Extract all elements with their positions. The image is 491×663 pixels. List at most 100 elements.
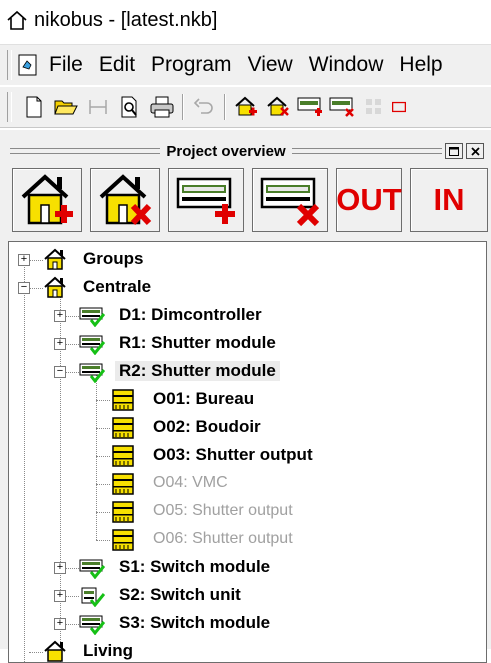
tree-line [65, 316, 79, 317]
tree-item-o01[interactable]: O01: Bureau [153, 389, 254, 409]
toolbar-separator [182, 94, 184, 120]
undo-icon[interactable] [190, 93, 218, 121]
in-label: IN [433, 182, 465, 217]
tree-line [96, 400, 110, 401]
tree-line [65, 372, 79, 373]
tree-item-o03[interactable]: O03: Shutter output [153, 445, 313, 465]
restore-icon[interactable] [445, 143, 464, 159]
add-module-button[interactable] [168, 168, 244, 232]
delete-group-icon[interactable] [264, 93, 292, 121]
menu-help[interactable]: Help [397, 53, 444, 77]
tree-line [96, 428, 110, 429]
output-icon [112, 473, 134, 495]
menu-window[interactable]: Window [307, 53, 386, 77]
print-icon[interactable] [148, 93, 176, 121]
tree-item-living[interactable]: Living [83, 641, 133, 661]
menu-view[interactable]: View [246, 53, 295, 77]
tree-item-r2[interactable]: R2: Shutter module [115, 361, 280, 381]
add-group-button[interactable] [12, 168, 82, 232]
panel-header: Project overview [10, 142, 485, 160]
menu-bar: File Edit Program View Window Help [0, 44, 491, 85]
toolbar-grip[interactable] [7, 92, 12, 122]
output-icon [112, 417, 134, 439]
title-bar: nikobus - [latest.nkb] [0, 0, 491, 40]
header-rule [291, 148, 443, 154]
tree-item-d1[interactable]: D1: Dimcontroller [119, 305, 262, 325]
toolbar-separator [224, 94, 226, 120]
print-preview-icon[interactable] [116, 93, 144, 121]
house-icon [44, 276, 66, 298]
delete-group-button[interactable] [90, 168, 160, 232]
tree-item-r1[interactable]: R1: Shutter module [119, 333, 276, 353]
expand-icon[interactable]: + [54, 618, 66, 630]
expand-icon[interactable]: + [54, 562, 66, 574]
expand-icon[interactable]: + [54, 338, 66, 350]
delete-module-icon[interactable] [328, 93, 356, 121]
tree-line [65, 344, 79, 345]
disabled-grid-icon [360, 93, 388, 121]
output-icon [112, 445, 134, 467]
menu-file[interactable]: File [47, 53, 85, 77]
tree-line [65, 596, 79, 597]
tree-line [96, 484, 110, 485]
tree-item-o06[interactable]: O06: Shutter output [153, 530, 293, 548]
module-ok-icon [79, 615, 105, 635]
new-doc-icon[interactable] [20, 93, 48, 121]
collapse-icon[interactable]: − [18, 282, 30, 294]
house-icon [44, 640, 66, 662]
menu-program[interactable]: Program [149, 53, 234, 77]
tree-line [29, 652, 43, 653]
tree-item-centrale[interactable]: Centrale [83, 277, 151, 297]
tree-item-o04[interactable]: O04: VMC [153, 474, 228, 492]
tree-item-groups[interactable]: Groups [83, 249, 143, 269]
tree-line [96, 512, 110, 513]
delete-module-icon [260, 177, 320, 227]
expand-icon[interactable]: + [54, 590, 66, 602]
in-button[interactable]: IN [410, 168, 488, 232]
tree-item-s1[interactable]: S1: Switch module [119, 557, 270, 577]
tree-item-o02[interactable]: O02: Boudoir [153, 417, 261, 437]
module-ok-icon [79, 335, 105, 355]
add-group-icon[interactable] [232, 93, 260, 121]
module-ok-icon [79, 559, 105, 579]
project-overview-panel: Project overview OUT IN + Groups − Centr… [0, 130, 491, 663]
add-module-icon [176, 177, 235, 224]
output-icon [112, 389, 134, 411]
house-icon [44, 248, 66, 270]
tree-line [24, 260, 25, 662]
expand-icon[interactable]: + [54, 310, 66, 322]
open-folder-icon[interactable] [52, 93, 80, 121]
menubar-grip[interactable] [7, 50, 12, 80]
tree-line [65, 568, 79, 569]
document-icon[interactable] [15, 52, 41, 78]
home-outline-icon [4, 7, 30, 33]
main-toolbar [0, 86, 491, 128]
out-label: OUT [336, 182, 402, 217]
tree-line [96, 456, 110, 457]
window-title: nikobus - [latest.nkb] [34, 8, 218, 31]
tree-item-o05[interactable]: O05: Shutter output [153, 502, 293, 520]
output-icon [112, 529, 134, 551]
collapse-icon[interactable]: − [54, 366, 66, 378]
tree-item-s3[interactable]: S3: Switch module [119, 613, 270, 633]
panel-title: Project overview [166, 142, 286, 160]
menu-edit[interactable]: Edit [97, 53, 137, 77]
add-module-icon[interactable] [296, 93, 324, 121]
module-ok-icon [79, 363, 105, 383]
switch-unit-ok-icon [81, 587, 105, 607]
close-icon[interactable] [466, 143, 485, 159]
tree-item-s2[interactable]: S2: Switch unit [119, 585, 241, 605]
tree-line [29, 260, 43, 261]
tree-line [96, 540, 110, 541]
header-rule [10, 148, 161, 154]
out-icon[interactable] [392, 93, 406, 121]
out-button[interactable]: OUT [336, 168, 402, 232]
output-icon [112, 501, 134, 523]
project-tree[interactable]: + Groups − Centrale + D1: Dimcontroller … [8, 241, 487, 663]
tree-line [29, 288, 43, 289]
tree-line [65, 624, 79, 625]
delete-module-button[interactable] [252, 168, 328, 232]
add-group-icon [21, 174, 73, 225]
module-ok-icon [79, 307, 105, 327]
expand-icon[interactable]: + [18, 254, 30, 266]
